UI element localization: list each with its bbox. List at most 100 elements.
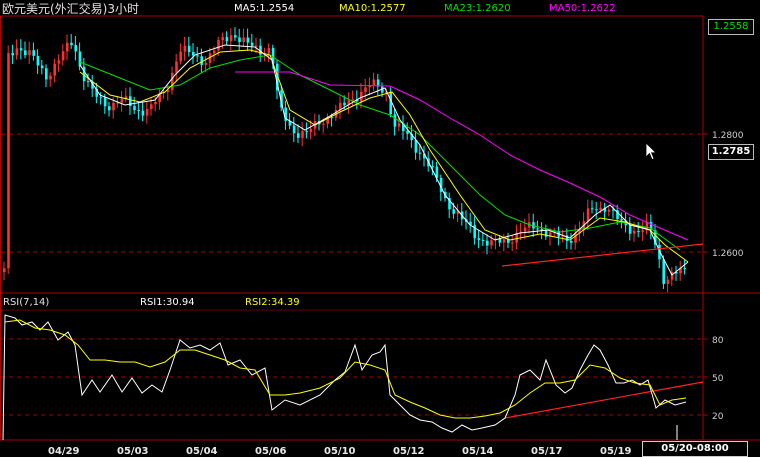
candle-body: [171, 72, 174, 91]
candle-body: [586, 208, 590, 222]
x-tick-0517: 05/17: [531, 446, 563, 457]
candle-body: [595, 209, 598, 211]
price-box-top: 1.2558: [708, 19, 754, 35]
candle-body: [309, 128, 313, 132]
x-tick-0512: 05/12: [393, 446, 425, 457]
chart-canvas[interactable]: 1.2800 1.2600 80 50 20 04/29 05/03 05/04…: [0, 0, 760, 457]
candle-body: [523, 227, 527, 232]
candle-body: [322, 123, 325, 125]
candle-body: [53, 63, 56, 76]
candle-body: [481, 239, 485, 241]
candle-body: [397, 123, 401, 127]
candle-body: [591, 208, 594, 210]
candle-body: [364, 87, 367, 92]
candle-body: [74, 45, 77, 52]
x-tick-0506: 05/06: [255, 446, 287, 457]
candle-body: [187, 45, 191, 53]
candle-body: [246, 37, 250, 43]
candle-body: [418, 152, 422, 154]
candle-body: [11, 53, 14, 56]
x-tick-0429: 04/29: [48, 446, 80, 457]
candle-body: [431, 166, 434, 168]
candle-body: [32, 50, 35, 56]
axis-label-1260: 1.2600: [712, 249, 744, 259]
ma5-line: [79, 44, 689, 276]
candle-body: [683, 268, 686, 270]
candle-body: [49, 75, 52, 80]
candle-body: [150, 104, 153, 109]
candle-body: [204, 62, 208, 65]
candle-body: [536, 228, 539, 230]
candle-body: [234, 35, 237, 38]
candle-body: [620, 218, 623, 221]
x-tick-0514: 05/14: [462, 446, 494, 457]
candle-body: [301, 131, 304, 138]
candle-body: [267, 48, 271, 54]
candle-body: [196, 55, 199, 57]
candle-body: [154, 102, 157, 105]
candle-body: [70, 42, 73, 46]
candle-body: [393, 114, 397, 127]
candle-body: [486, 240, 489, 246]
candle-body: [103, 97, 107, 107]
candle-body: [343, 102, 346, 106]
candle-body: [406, 131, 409, 134]
candle-body: [641, 230, 644, 232]
candle-body: [145, 108, 149, 116]
candle-body: [36, 55, 40, 66]
candle-body: [28, 50, 31, 56]
candle-body: [221, 37, 224, 41]
candle-body: [305, 131, 308, 133]
rsi-level-20: 20: [712, 412, 724, 422]
candle-body: [599, 207, 602, 211]
candle-body: [133, 105, 136, 111]
candle-body: [19, 48, 23, 51]
candle-body: [607, 209, 611, 212]
candle-body: [192, 52, 195, 56]
candle-body: [7, 53, 10, 269]
candle-body: [242, 37, 245, 42]
candle-body: [78, 51, 82, 67]
candle-body: [66, 42, 69, 52]
candle-body: [330, 117, 334, 119]
candle-body: [57, 60, 61, 64]
candle-body: [477, 238, 481, 240]
candle-body: [3, 268, 6, 272]
price-box-current: 1.2785: [708, 144, 754, 160]
candle-body: [372, 79, 376, 86]
rsi-level-50: 50: [712, 374, 724, 384]
candle-body: [666, 279, 670, 284]
candle-body: [292, 125, 296, 134]
candle-body: [502, 239, 506, 243]
candle-body: [229, 35, 233, 42]
candle-body: [45, 68, 48, 80]
candle-body: [175, 61, 178, 73]
candle-body: [511, 242, 514, 244]
candle-body: [628, 225, 632, 234]
candle-body: [452, 209, 455, 214]
moving-average-lines: [79, 44, 689, 276]
candle-body: [217, 40, 220, 51]
candle-body: [255, 45, 258, 47]
candle-body: [87, 81, 90, 83]
candle-body: [137, 110, 140, 112]
candle-body: [15, 48, 19, 56]
candle-body: [213, 50, 216, 54]
grid-lines: [1, 133, 703, 416]
x-tick-0504: 05/04: [186, 446, 218, 457]
candle-body: [141, 110, 145, 116]
candle-body: [40, 65, 44, 69]
candle-body: [297, 133, 300, 138]
candle-body: [414, 139, 418, 153]
candle-body: [200, 56, 203, 65]
cursor-date-box: 05/20-08:00: [642, 441, 748, 457]
candle-body: [99, 96, 103, 98]
x-tick-0519: 05/19: [600, 446, 632, 457]
candle-body: [120, 98, 124, 103]
candle-body: [108, 106, 111, 111]
x-tick-0510: 05/10: [324, 446, 356, 457]
candle-body: [183, 45, 187, 52]
candle-body: [179, 51, 182, 62]
candle-body: [662, 259, 665, 284]
candle-body: [637, 230, 640, 232]
